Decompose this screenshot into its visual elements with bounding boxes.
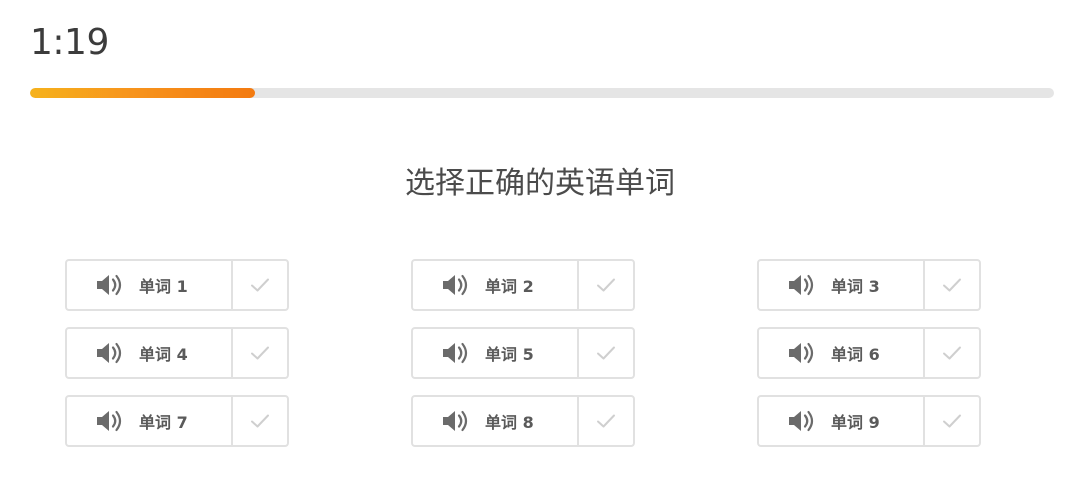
play-audio-button[interactable]: 单词 1 — [67, 261, 231, 309]
countdown-timer: 1:19 — [30, 22, 109, 63]
select-word-button[interactable] — [577, 329, 633, 377]
speaker-icon — [441, 409, 471, 433]
select-word-button[interactable] — [231, 397, 287, 445]
word-label: 单词 5 — [485, 345, 534, 364]
word-options-grid: 单词 1 单词 2 单词 3 单词 4 单词 5 单词 6 单词 7 单词 8 单词 9 — [65, 259, 981, 447]
check-icon — [596, 413, 616, 429]
word-card-1: 单词 1 — [65, 259, 289, 311]
word-label: 单词 8 — [485, 413, 534, 432]
play-audio-button[interactable]: 单词 6 — [759, 329, 923, 377]
check-icon — [596, 345, 616, 361]
word-label: 单词 2 — [485, 277, 534, 296]
check-icon — [250, 345, 270, 361]
speaker-icon — [441, 273, 471, 297]
question-prompt: 选择正确的英语单词 — [405, 166, 675, 201]
select-word-button[interactable] — [923, 261, 979, 309]
play-audio-button[interactable]: 单词 9 — [759, 397, 923, 445]
select-word-button[interactable] — [231, 329, 287, 377]
speaker-icon — [441, 341, 471, 365]
progress-bar — [30, 88, 1054, 98]
word-card-3: 单词 3 — [757, 259, 981, 311]
check-icon — [250, 413, 270, 429]
speaker-icon — [95, 273, 125, 297]
word-card-9: 单词 9 — [757, 395, 981, 447]
check-icon — [942, 345, 962, 361]
speaker-icon — [95, 409, 125, 433]
play-audio-button[interactable]: 单词 3 — [759, 261, 923, 309]
play-audio-button[interactable]: 单词 8 — [413, 397, 577, 445]
word-card-5: 单词 5 — [411, 327, 635, 379]
word-label: 单词 7 — [139, 413, 188, 432]
check-icon — [596, 277, 616, 293]
speaker-icon — [95, 341, 125, 365]
word-label: 单词 1 — [139, 277, 188, 296]
select-word-button[interactable] — [577, 397, 633, 445]
word-label: 单词 3 — [831, 277, 880, 296]
play-audio-button[interactable]: 单词 2 — [413, 261, 577, 309]
check-icon — [942, 413, 962, 429]
speaker-icon — [787, 341, 817, 365]
word-card-4: 单词 4 — [65, 327, 289, 379]
check-icon — [250, 277, 270, 293]
word-card-2: 单词 2 — [411, 259, 635, 311]
word-card-8: 单词 8 — [411, 395, 635, 447]
select-word-button[interactable] — [231, 261, 287, 309]
progress-bar-fill — [30, 88, 256, 98]
speaker-icon — [787, 409, 817, 433]
play-audio-button[interactable]: 单词 7 — [67, 397, 231, 445]
play-audio-button[interactable]: 单词 4 — [67, 329, 231, 377]
word-label: 单词 4 — [139, 345, 188, 364]
select-word-button[interactable] — [923, 329, 979, 377]
word-card-7: 单词 7 — [65, 395, 289, 447]
select-word-button[interactable] — [923, 397, 979, 445]
speaker-icon — [787, 273, 817, 297]
play-audio-button[interactable]: 单词 5 — [413, 329, 577, 377]
select-word-button[interactable] — [577, 261, 633, 309]
word-card-6: 单词 6 — [757, 327, 981, 379]
check-icon — [942, 277, 962, 293]
word-label: 单词 9 — [831, 413, 880, 432]
word-label: 单词 6 — [831, 345, 880, 364]
